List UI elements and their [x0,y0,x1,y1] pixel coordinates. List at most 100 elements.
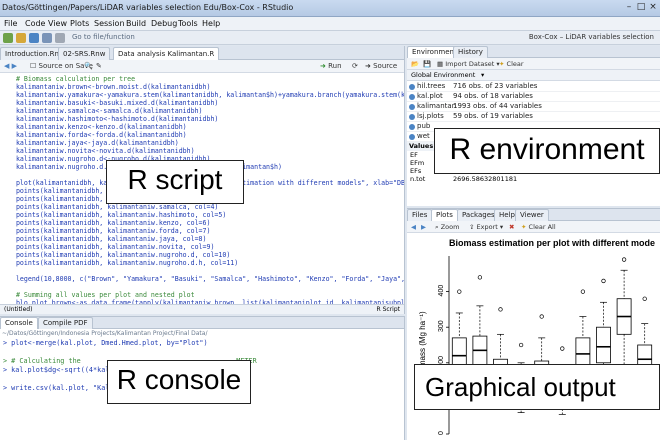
menu-bar: File Code View Plots Session Build Debug… [0,17,660,31]
search-icon[interactable]: 🔍 [84,62,93,70]
code-line: kalimantaniw.samalca<-samalca.d(kalimant… [8,107,203,115]
dataframe-icon[interactable] [409,124,415,130]
menu-code[interactable]: Code [25,19,45,28]
environment-pane: Environment History 📂 💾 ▦ Import Dataset… [407,46,660,206]
menu-debug[interactable]: Debug [151,19,177,28]
code-line: kalimantaniw.brown<-brown.moist.d(kalima… [8,83,211,91]
dataframe-icon[interactable] [409,134,415,140]
run-arrow-icon: ➜ [320,62,326,70]
menu-session[interactable]: Session [94,19,125,28]
rerun-icon[interactable]: ⟳ [352,62,358,70]
box-outlier [498,307,503,312]
env-data-row[interactable]: kalimantan 1993 obs. of 44 variables [407,102,660,112]
save-workspace-icon[interactable]: 💾 [423,60,431,68]
callout-graphical-output: Graphical output [414,364,660,410]
import-dataset-button[interactable]: ▦ Import Dataset ▾ [437,60,500,68]
menu-help[interactable]: Help [202,19,220,28]
prev-plot-icon[interactable]: ◀ [411,223,416,231]
tab-compile-pdf[interactable]: Compile PDF [38,317,93,329]
clear-env-label: Clear [506,60,524,68]
menu-build[interactable]: Build [126,19,146,28]
window-title: Datos/Göttingen/Papers/LiDAR variables s… [2,3,294,12]
code-line: kalimantaniw.kenzo<-kenzo.d(kalimantanid… [8,123,187,131]
clear-plots-button[interactable]: ✦ Clear All [521,223,556,231]
run-button[interactable]: ➜ Run [320,62,342,70]
run-label: Run [328,62,342,70]
new-file-icon[interactable] [3,33,13,43]
rstudio-window: Datos/Göttingen/Papers/LiDAR variables s… [0,0,660,440]
menu-view[interactable]: View [48,19,67,28]
wand-icon[interactable]: ✎ [96,62,102,70]
box-outlier [560,346,565,351]
dataframe-icon[interactable] [409,94,415,100]
print-icon[interactable] [55,33,65,43]
save-icon[interactable] [29,33,39,43]
code-line: points(kalimantanidbh, kalimantaniw.nugr… [8,251,231,259]
callout-r-script-text: R script [127,164,223,195]
callout-r-environment: R environment [434,128,660,174]
callout-r-script: R script [106,160,244,204]
source-arrow-icon: ➜ [365,62,371,70]
code-line: points(kalimantanidbh, kalimantaniw.kenz… [8,219,211,227]
maximize-button[interactable]: □ [636,2,646,13]
tab-plots[interactable]: Plots [431,209,458,221]
menu-file[interactable]: File [4,19,17,28]
broom-icon: ✦ [499,60,505,68]
y-tick-label: 400 [438,285,445,297]
tab-srs[interactable]: 02-SRS.Rnw [58,47,111,60]
zoom-button[interactable]: ⌕ Zoom [435,223,459,232]
dataframe-icon[interactable] [409,114,415,120]
export-button[interactable]: ⇪ Export ▾ [469,223,503,231]
minimize-button[interactable]: – [624,2,634,13]
save-all-icon[interactable] [42,33,52,43]
dataframe-icon[interactable] [409,84,415,90]
tab-data-analysis[interactable]: Data analysis Kalimantan.R [113,47,220,60]
source-button[interactable]: ➜ Source [365,62,397,70]
env-value-row[interactable]: n.tot 2696.58632801181 [407,175,660,183]
dataframe-icon[interactable] [409,104,415,110]
title-bar: Datos/Göttingen/Papers/LiDAR variables s… [0,0,660,17]
env-var-name: kalimantan [417,102,457,110]
source-label: Source [373,62,398,70]
code-line: kalimantaniw.hashimoto<-hashimoto.d(kali… [8,115,219,123]
status-filetype[interactable]: R Script [377,306,400,313]
menu-plots[interactable]: Plots [70,19,89,28]
env-data-row[interactable]: hil.trees 716 obs. of 23 variables [407,82,660,92]
code-line: points(kalimantanidbh, kalimantaniw.jaya… [8,235,207,243]
tab-viewer[interactable]: Viewer [515,209,549,221]
remove-plot-icon[interactable]: ✖ [509,223,514,231]
console-tabs: Console Compile PDF [0,317,404,329]
status-scope[interactable]: (Untitled) [4,306,32,313]
tab-history[interactable]: History [453,46,488,58]
code-line: kalimantaniw.forda<-forda.d(kalimantanid… [8,131,187,139]
env-data-row[interactable]: kal.plot 94 obs. of 18 variables [407,92,660,102]
env-value-name: EFm [410,159,425,167]
env-data-row[interactable]: lsj.plots 59 obs. of 19 variables [407,112,660,122]
callout-graphical-output-text: Graphical output [425,372,616,402]
y-tick-label: 0 [438,431,445,435]
tab-console[interactable]: Console [0,317,38,329]
box-outlier [642,296,647,301]
open-file-icon[interactable] [16,33,26,43]
clear-env-button[interactable]: ✦ Clear [499,60,524,68]
back-arrow-icon[interactable]: ◀ ▶ [4,62,17,70]
goto-file-input[interactable]: Go to file/function [72,33,135,41]
y-tick-label: 300 [438,320,445,332]
console-line: > plot<-merge(kal.plot, Dmed.Hmed.plot, … [3,339,208,347]
callout-r-console: R console [107,360,251,404]
box-outlier [601,278,606,284]
editor-status-bar: (Untitled) R Script [0,304,404,314]
project-selector[interactable]: Box-Cox – LiDAR variables selection [529,33,654,41]
menu-tools[interactable]: Tools [178,19,198,28]
env-value-name: EF [410,151,418,159]
editor-toolbar: ◀ ▶ ☐ Source on Save 🔍 ✎ ➜ Run ⟳ ➜ Sourc… [0,60,404,73]
callout-r-environment-text: R environment [449,133,645,166]
box [596,326,611,364]
load-workspace-icon[interactable]: 📂 [411,60,419,68]
tab-files[interactable]: Files [407,209,433,221]
code-line: kalimantaniw.novita<-novita.d(kalimantan… [8,147,195,155]
env-var-value: 59 obs. of 19 variables [453,112,533,120]
next-plot-icon[interactable]: ▶ [421,223,426,231]
close-button[interactable]: × [648,2,658,13]
scope-selector[interactable]: Global Environment ▾ [407,70,660,81]
